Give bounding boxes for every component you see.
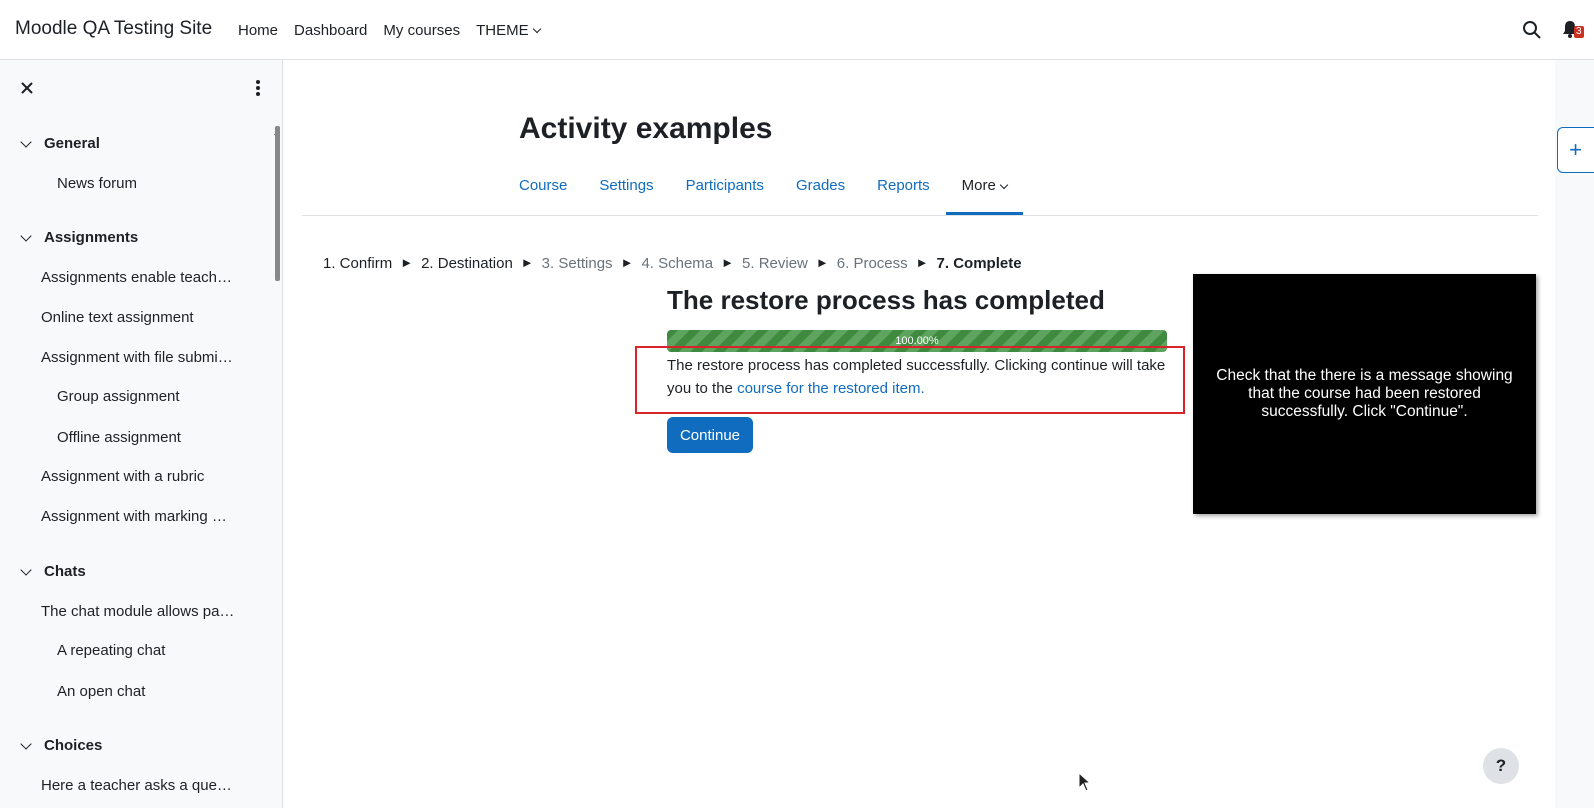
step-arrow: ►	[815, 255, 829, 270]
tab-settings[interactable]: Settings	[583, 165, 669, 215]
restore-success-message: The restore process has completed succes…	[667, 354, 1167, 400]
step-confirm: 1. Confirm	[323, 255, 393, 272]
drawer-item[interactable]: Assignment with file submi…	[41, 349, 233, 366]
restore-complete-heading: The restore process has completed	[667, 285, 1105, 315]
tab-more[interactable]: More	[945, 165, 1023, 215]
instruction-text: Check that the there is a message showin…	[1216, 367, 1513, 420]
step-review: 5. Review	[742, 255, 808, 272]
drawer-item[interactable]: A repeating chat	[57, 642, 165, 659]
chevron-down-icon	[20, 135, 32, 148]
divider	[302, 215, 1538, 216]
nav-theme-dropdown[interactable]: THEME	[468, 22, 548, 39]
nav-my-courses[interactable]: My courses	[375, 22, 468, 39]
drawer-item-news-forum[interactable]: News forum	[57, 175, 137, 192]
top-navbar: Moodle QA Testing Site Home Dashboard My…	[0, 0, 1594, 60]
step-complete: 7. Complete	[936, 255, 1022, 272]
tab-reports[interactable]: Reports	[861, 165, 946, 215]
nav-home[interactable]: Home	[230, 22, 286, 39]
step-arrow: ►	[915, 255, 929, 270]
section-assignments[interactable]: Assignments	[18, 229, 138, 246]
step-arrow: ►	[721, 255, 735, 270]
chevron-down-icon	[20, 229, 32, 242]
chevron-down-icon	[20, 563, 32, 576]
site-name-link[interactable]: Moodle QA Testing Site	[15, 18, 212, 40]
help-button[interactable]: ?	[1483, 748, 1519, 784]
nav-theme-label: THEME	[476, 21, 529, 39]
notification-bell-icon[interactable]: 3	[1562, 20, 1584, 42]
step-arrow: ►	[400, 255, 414, 270]
test-instruction-overlay: Check that the there is a message showin…	[1193, 274, 1536, 514]
step-arrow: ►	[620, 255, 634, 270]
step-arrow: ►	[520, 255, 534, 270]
page-title: Activity examples	[519, 112, 773, 145]
drawer-item[interactable]: Here a teacher asks a que…	[41, 777, 232, 794]
step-destination: 2. Destination	[421, 255, 513, 272]
tab-participants[interactable]: Participants	[670, 165, 780, 215]
course-index-drawer: General News forum Assignments Assignmen…	[0, 60, 283, 808]
section-title: Assignments	[44, 229, 139, 246]
drawer-item[interactable]: The chat module allows pa…	[41, 603, 234, 620]
more-options-icon[interactable]	[248, 78, 268, 98]
section-chats[interactable]: Chats	[18, 563, 86, 580]
drawer-item[interactable]: Assignment with a rubric	[41, 468, 204, 485]
step-process: 6. Process	[836, 255, 908, 272]
continue-button[interactable]: Continue	[667, 417, 753, 453]
tab-more-label: More	[961, 177, 996, 194]
chevron-down-icon	[20, 737, 32, 750]
search-icon[interactable]	[1522, 20, 1542, 40]
section-title: Chats	[44, 563, 86, 580]
drawer-item[interactable]: An open chat	[57, 683, 145, 700]
chevron-down-icon	[999, 180, 1009, 190]
drawer-item[interactable]: Assignment with marking …	[41, 508, 227, 525]
nav-dashboard[interactable]: Dashboard	[286, 22, 375, 39]
notification-count-badge: 3	[1574, 26, 1584, 38]
drawer-item[interactable]: Offline assignment	[57, 429, 181, 446]
restored-course-link[interactable]: course for the restored item.	[737, 380, 925, 397]
step-settings: 3. Settings	[541, 255, 613, 272]
drawer-item[interactable]: Assignments enable teach…	[41, 269, 232, 286]
step-schema: 4. Schema	[641, 255, 714, 272]
open-block-drawer-button[interactable]: +	[1557, 127, 1594, 173]
main-region: Activity examples Course Settings Partic…	[283, 60, 1555, 808]
section-title: General	[44, 135, 100, 152]
drawer-item[interactable]: Group assignment	[57, 388, 180, 405]
tab-course[interactable]: Course	[519, 165, 583, 215]
drawer-scrollbar[interactable]	[275, 126, 280, 281]
section-general[interactable]: General	[18, 135, 100, 152]
close-icon[interactable]	[17, 78, 37, 98]
chevron-down-icon	[532, 24, 541, 33]
drawer-item[interactable]: Online text assignment	[41, 309, 194, 326]
restore-steps: 1. Confirm ► 2. Destination ► 3. Setting…	[323, 255, 1022, 272]
secondary-navigation: Course Settings Participants Grades Repo…	[519, 165, 1023, 215]
mouse-cursor-icon	[1078, 771, 1092, 792]
section-title: Choices	[44, 737, 103, 754]
primary-navigation: Home Dashboard My courses THEME	[230, 0, 548, 60]
section-choices[interactable]: Choices	[18, 737, 102, 754]
tab-grades[interactable]: Grades	[780, 165, 861, 215]
